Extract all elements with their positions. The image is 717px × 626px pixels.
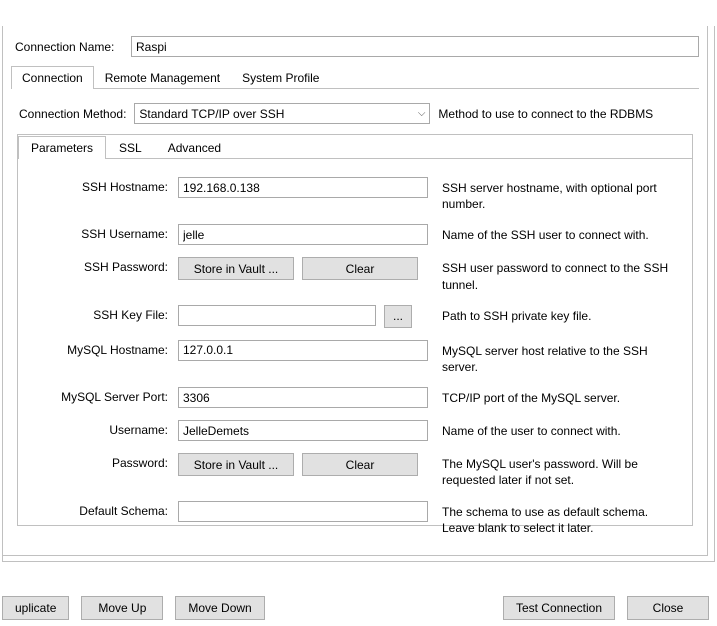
ssh-hostname-input[interactable] — [178, 177, 428, 198]
tab-content-connection: Connection Method: Standard TCP/IP over … — [11, 89, 699, 532]
connection-method-select[interactable]: Standard TCP/IP over SSH ⌵ — [134, 103, 430, 124]
mysql-port-label: MySQL Server Port: — [28, 387, 178, 404]
password-clear-button[interactable]: Clear — [302, 453, 418, 476]
ssh-username-input[interactable] — [178, 224, 428, 245]
password-row: Password: Store in Vault ... Clear The M… — [28, 453, 682, 488]
parameters-panel: SSH Hostname: SSH server hostname, with … — [18, 159, 692, 556]
connection-method-value: Standard TCP/IP over SSH — [139, 107, 284, 121]
tab-connection[interactable]: Connection — [11, 66, 94, 89]
tab-system-profile[interactable]: System Profile — [231, 66, 330, 89]
ssh-keyfile-row: SSH Key File: ... Path to SSH private ke… — [28, 305, 682, 328]
ssh-password-label: SSH Password: — [28, 257, 178, 274]
ssh-keyfile-input[interactable] — [178, 305, 376, 326]
connection-method-row: Connection Method: Standard TCP/IP over … — [17, 103, 693, 124]
ssh-hostname-hint: SSH server hostname, with optional port … — [428, 177, 682, 212]
mysql-hostname-hint: MySQL server host relative to the SSH se… — [428, 340, 682, 375]
tab-remote-management[interactable]: Remote Management — [94, 66, 231, 89]
parameters-frame: Parameters SSL Advanced SSH Hostname: SS… — [17, 134, 693, 526]
chevron-down-icon: ⌵ — [418, 108, 426, 119]
connection-method-label: Connection Method: — [17, 107, 126, 121]
ssh-keyfile-label: SSH Key File: — [28, 305, 178, 322]
password-hint: The MySQL user's password. Will be reque… — [428, 453, 682, 488]
ssh-hostname-row: SSH Hostname: SSH server hostname, with … — [28, 177, 682, 212]
username-label: Username: — [28, 420, 178, 437]
main-tabs: Connection Remote Management System Prof… — [11, 65, 699, 89]
ssh-keyfile-browse-button[interactable]: ... — [384, 305, 412, 328]
ssh-username-label: SSH Username: — [28, 224, 178, 241]
ssh-password-row: SSH Password: Store in Vault ... Clear S… — [28, 257, 682, 292]
mysql-hostname-input[interactable] — [178, 340, 428, 361]
username-input[interactable] — [178, 420, 428, 441]
default-schema-row: Default Schema: The schema to use as def… — [28, 501, 682, 536]
default-schema-label: Default Schema: — [28, 501, 178, 518]
default-schema-hint: The schema to use as default schema. Lea… — [428, 501, 682, 536]
connection-name-input[interactable] — [131, 36, 699, 57]
dialog-body: Connection Name: Connection Remote Manag… — [2, 26, 715, 562]
ssh-username-hint: Name of the SSH user to connect with. — [428, 224, 682, 243]
mysql-port-hint: TCP/IP port of the MySQL server. — [428, 387, 682, 406]
username-hint: Name of the user to connect with. — [428, 420, 682, 439]
connection-name-label: Connection Name: — [11, 40, 131, 54]
mysql-hostname-row: MySQL Hostname: MySQL server host relati… — [28, 340, 682, 375]
password-store-button[interactable]: Store in Vault ... — [178, 453, 294, 476]
tab-ssl[interactable]: SSL — [106, 136, 155, 159]
ssh-password-hint: SSH user password to connect to the SSH … — [428, 257, 682, 292]
default-schema-input[interactable] — [178, 501, 428, 522]
tab-parameters[interactable]: Parameters — [18, 136, 106, 159]
password-label: Password: — [28, 453, 178, 470]
mysql-hostname-label: MySQL Hostname: — [28, 340, 178, 357]
sub-tabs: Parameters SSL Advanced — [18, 135, 692, 159]
username-row: Username: Name of the user to connect wi… — [28, 420, 682, 441]
ssh-hostname-label: SSH Hostname: — [28, 177, 178, 194]
ssh-password-store-button[interactable]: Store in Vault ... — [178, 257, 294, 280]
tab-advanced[interactable]: Advanced — [155, 136, 234, 159]
ssh-keyfile-hint: Path to SSH private key file. — [428, 305, 682, 324]
ssh-password-clear-button[interactable]: Clear — [302, 257, 418, 280]
mysql-port-input[interactable] — [178, 387, 428, 408]
mysql-port-row: MySQL Server Port: TCP/IP port of the My… — [28, 387, 682, 408]
connection-method-hint: Method to use to connect to the RDBMS — [438, 107, 653, 121]
ssh-username-row: SSH Username: Name of the SSH user to co… — [28, 224, 682, 245]
connection-name-row: Connection Name: — [11, 36, 699, 57]
